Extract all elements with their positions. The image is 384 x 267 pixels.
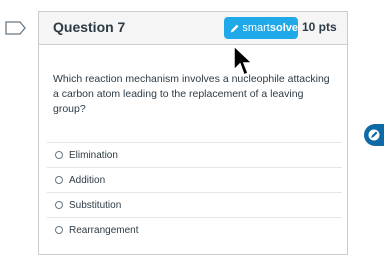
- radio-button[interactable]: [55, 151, 63, 159]
- question-header: Question 7 smartsolve 10 pts: [39, 12, 347, 45]
- smartsolve-icon: [368, 129, 380, 141]
- radio-button[interactable]: [55, 226, 63, 234]
- smartsolve-button[interactable]: smartsolve: [224, 17, 298, 39]
- answer-label: Elimination: [69, 149, 118, 161]
- answer-label: Substitution: [69, 199, 122, 211]
- pen-icon: [230, 24, 239, 32]
- smartsolve-side-tab[interactable]: [364, 124, 384, 146]
- radio-button[interactable]: [55, 201, 63, 209]
- answer-label: Addition: [69, 174, 106, 186]
- radio-button[interactable]: [55, 176, 63, 184]
- answer-option[interactable]: Rearrangement: [47, 217, 342, 242]
- smartsolve-label-light: smart: [242, 22, 270, 34]
- answer-label: Rearrangement: [69, 224, 139, 236]
- question-points: 10 pts: [302, 20, 337, 34]
- answer-option[interactable]: Elimination: [47, 142, 342, 167]
- answer-option[interactable]: Substitution: [47, 192, 342, 217]
- question-text: Which reaction mechanism involves a nucl…: [53, 73, 330, 115]
- answer-option[interactable]: Addition: [47, 167, 342, 192]
- mouse-cursor-icon: [233, 44, 254, 77]
- question-card: Question 7 smartsolve 10 pts Which react…: [38, 11, 348, 255]
- question-title: Question 7: [53, 19, 126, 35]
- smartsolve-label-bold: solve: [269, 22, 298, 34]
- quiz-page: Question 7 smartsolve 10 pts Which react…: [0, 0, 384, 267]
- answer-list: Elimination Addition Substitution Rearra…: [47, 142, 342, 242]
- bookmark-icon[interactable]: [4, 20, 28, 36]
- smartsolve-label: smartsolve: [242, 22, 298, 34]
